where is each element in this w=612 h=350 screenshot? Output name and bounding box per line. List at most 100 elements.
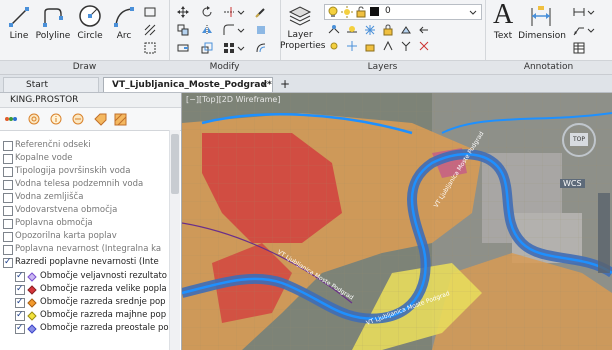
close-icon[interactable]: × — [260, 78, 268, 93]
tag-icon[interactable] — [94, 113, 107, 126]
scrollbar-thumb[interactable] — [171, 134, 179, 194]
sublayer-item[interactable]: Območje razreda srednje pop — [0, 296, 170, 309]
layer-item[interactable]: Poplavna območja — [0, 217, 170, 230]
layer-walk-icon[interactable] — [382, 40, 394, 52]
layers-icon[interactable] — [4, 113, 17, 126]
erase-icon[interactable] — [255, 6, 267, 18]
modify-panel-title[interactable]: Modify — [169, 60, 280, 74]
chevron-down-icon[interactable] — [235, 24, 247, 36]
polyline-icon[interactable] — [42, 6, 64, 28]
arc-label[interactable]: Arc — [110, 31, 138, 41]
move-icon[interactable] — [177, 6, 189, 18]
layer-item[interactable]: Vodovarstvena območja — [0, 204, 170, 217]
layer-thaw-icon[interactable] — [346, 40, 358, 52]
checkbox[interactable] — [3, 154, 13, 164]
table-icon[interactable] — [573, 42, 585, 54]
layer-properties-label[interactable]: Layer Properties — [280, 30, 325, 52]
scrollbar[interactable] — [169, 130, 180, 350]
fillet-icon[interactable] — [223, 24, 235, 36]
checkbox[interactable] — [3, 232, 13, 242]
checkbox[interactable] — [3, 206, 13, 216]
leader-icon[interactable] — [573, 24, 585, 36]
checkbox[interactable] — [3, 219, 13, 229]
layers-panel-title[interactable]: Layers — [280, 60, 485, 74]
layer-item[interactable]: Referenčni odseki — [0, 139, 170, 152]
trim-icon[interactable] — [223, 6, 235, 18]
sublayer-item[interactable]: Območje veljavnosti rezultato — [0, 270, 170, 283]
explode-icon[interactable] — [255, 24, 267, 36]
checkbox[interactable] — [15, 270, 25, 283]
copy-icon[interactable] — [177, 24, 189, 36]
rectangle-icon[interactable] — [144, 6, 156, 18]
tab-start[interactable]: Start — [3, 77, 99, 92]
checkbox[interactable] — [15, 283, 25, 296]
offset-icon[interactable] — [255, 42, 267, 54]
layer-on-icon[interactable] — [328, 40, 340, 52]
viewcube-face[interactable]: TOP — [570, 133, 588, 146]
rotate-icon[interactable] — [201, 6, 213, 18]
checkbox[interactable] — [3, 245, 13, 255]
scale-icon[interactable] — [201, 42, 213, 54]
layer-off-icon[interactable] — [346, 24, 358, 36]
wcs-menu[interactable]: WCS — [560, 179, 585, 188]
text-label[interactable]: Text — [488, 31, 518, 41]
draw-panel-title[interactable]: Draw — [0, 60, 169, 74]
dimension-icon[interactable] — [529, 4, 553, 28]
layer-item[interactable]: Vodna zemljišča — [0, 191, 170, 204]
mirror-icon[interactable] — [201, 24, 213, 36]
tab-active-drawing[interactable]: VT_Ljubljanica_Moste_Podgrad* × — [103, 77, 273, 92]
layer-match-icon[interactable] — [328, 24, 340, 36]
layer-item[interactable]: Razredi poplavne nevarnosti (Inte — [0, 256, 170, 269]
checkbox[interactable] — [3, 180, 13, 190]
chevron-down-icon[interactable] — [235, 6, 247, 18]
drawing-viewport[interactable]: VT Ljubljanica Moste Podgrad VT Ljubljan… — [182, 93, 612, 350]
chevron-down-icon[interactable] — [235, 42, 247, 54]
viewcube[interactable]: TOP — [562, 123, 596, 157]
boundary-icon[interactable] — [144, 42, 156, 54]
layer-isolate-icon[interactable] — [400, 24, 412, 36]
layer-item[interactable]: Opozorilna karta poplav — [0, 230, 170, 243]
new-tab-button[interactable]: + — [276, 77, 294, 92]
polyline-label[interactable]: Polyline — [33, 31, 73, 41]
stretch-icon[interactable] — [177, 42, 189, 54]
circle-label[interactable]: Circle — [75, 31, 105, 41]
linear-dimension-icon[interactable] — [573, 6, 585, 18]
circle-icon[interactable] — [78, 4, 102, 28]
zoom-icon[interactable] — [28, 113, 41, 126]
line-icon[interactable] — [8, 6, 30, 28]
checkbox[interactable] — [3, 256, 13, 269]
checkbox[interactable] — [3, 167, 13, 177]
viewport-controls-label[interactable]: [−][Top][2D Wireframe] — [186, 95, 280, 104]
checkbox[interactable] — [3, 193, 13, 203]
settings-icon[interactable] — [72, 113, 85, 126]
info-icon[interactable] — [50, 113, 63, 126]
layer-properties-icon[interactable] — [288, 4, 312, 28]
checkbox[interactable] — [15, 296, 25, 309]
layer-item[interactable]: Vodna telesa podzemnih voda — [0, 178, 170, 191]
layer-lock-icon[interactable] — [382, 24, 394, 36]
hatch-icon[interactable] — [114, 113, 127, 126]
array-icon[interactable] — [223, 42, 235, 54]
arc-icon[interactable] — [113, 6, 135, 28]
layer-item[interactable]: Tipologija površinskih voda — [0, 165, 170, 178]
dimension-label[interactable]: Dimension — [518, 31, 566, 41]
chevron-down-icon[interactable] — [585, 6, 597, 18]
layer-previous-icon[interactable] — [418, 24, 430, 36]
layer-merge-icon[interactable] — [400, 40, 412, 52]
navigation-bar[interactable] — [598, 193, 610, 273]
layer-dropdown[interactable]: 0 — [324, 4, 482, 20]
checkbox[interactable] — [15, 309, 25, 322]
flood-map[interactable]: VT Ljubljanica Moste Podgrad VT Ljubljan… — [182, 93, 612, 350]
layer-freeze-icon[interactable] — [364, 24, 376, 36]
sublayer-item[interactable]: Območje razreda majhne pop — [0, 309, 170, 322]
text-icon[interactable]: A — [493, 0, 513, 30]
checkbox[interactable] — [15, 322, 25, 335]
annotation-panel-title[interactable]: Annotation — [485, 60, 612, 74]
sublayer-item[interactable]: Območje razreda preostale po — [0, 322, 170, 335]
hatch-icon[interactable] — [144, 24, 156, 36]
sublayer-item[interactable]: Območje razreda velike popla — [0, 283, 170, 296]
line-label[interactable]: Line — [2, 31, 36, 41]
chevron-down-icon[interactable] — [585, 24, 597, 36]
layer-unlock-icon[interactable] — [364, 40, 376, 52]
layer-delete-icon[interactable] — [418, 40, 430, 52]
